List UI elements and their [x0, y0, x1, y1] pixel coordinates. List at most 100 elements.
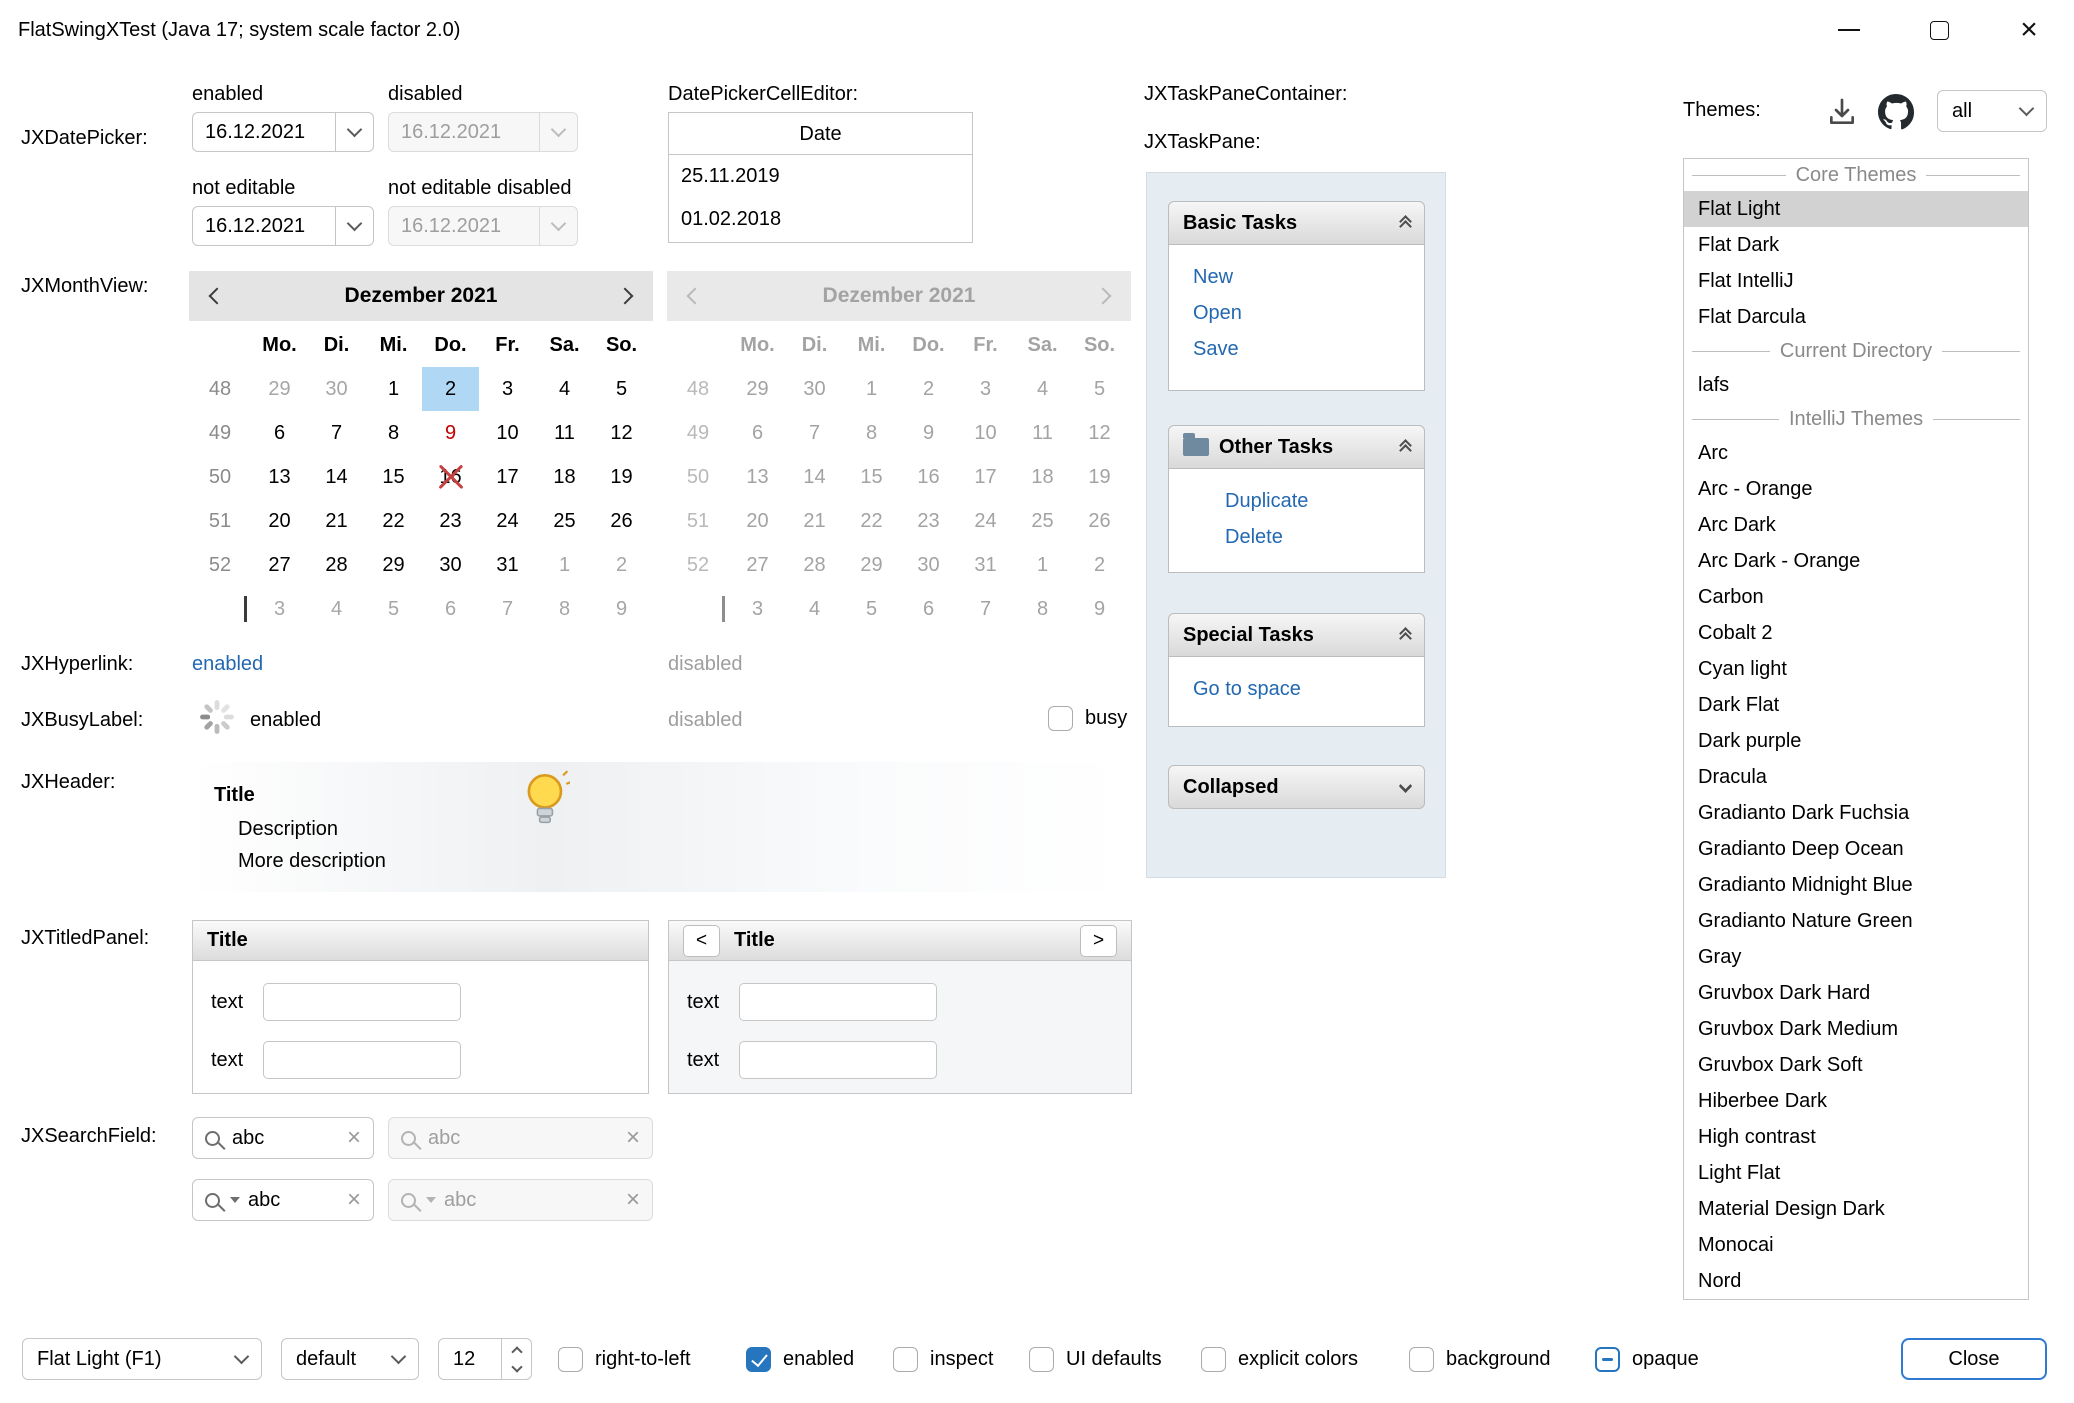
- calendar-day[interactable]: 25: [536, 499, 593, 543]
- maximize-button[interactable]: [1894, 0, 1984, 60]
- minimize-button[interactable]: [1804, 0, 1894, 60]
- theme-list-item[interactable]: Gruvbox Dark Soft: [1684, 1047, 2028, 1083]
- calendar-day[interactable]: 9: [422, 411, 479, 455]
- checkbox-inspect[interactable]: inspect: [893, 1338, 993, 1380]
- spinner-down-button[interactable]: [502, 1359, 531, 1379]
- checkbox-busy[interactable]: busy: [1048, 700, 1127, 736]
- theme-list-item[interactable]: Cyan light: [1684, 651, 2028, 687]
- calendar-day[interactable]: 11: [536, 411, 593, 455]
- calendar-day[interactable]: 26: [593, 499, 650, 543]
- collapse-chevron-icon[interactable]: [1401, 627, 1410, 643]
- theme-list-item[interactable]: Gradianto Deep Ocean: [1684, 831, 2028, 867]
- calendar-day[interactable]: 2: [593, 543, 650, 587]
- datepicker-dropdown-button[interactable]: [335, 207, 373, 245]
- text-input[interactable]: [263, 1041, 461, 1079]
- taskpane-link-go-to-space[interactable]: Go to space: [1169, 671, 1424, 707]
- theme-list-item[interactable]: Material Design Dark: [1684, 1191, 2028, 1227]
- clear-icon[interactable]: ×: [347, 1188, 361, 1212]
- theme-list-item[interactable]: Flat IntelliJ: [1684, 263, 2028, 299]
- text-input[interactable]: [263, 983, 461, 1021]
- theme-list-item[interactable]: Arc: [1684, 435, 2028, 471]
- calendar-day[interactable]: 17: [479, 455, 536, 499]
- calendar-day[interactable]: 3: [251, 587, 308, 631]
- clear-icon[interactable]: ×: [347, 1126, 361, 1150]
- checkbox-background[interactable]: background: [1409, 1338, 1551, 1380]
- calendar-day[interactable]: 7: [479, 587, 536, 631]
- theme-list-item[interactable]: High contrast: [1684, 1119, 2028, 1155]
- github-icon[interactable]: [1878, 94, 1914, 130]
- checkbox-box[interactable]: [1201, 1347, 1226, 1372]
- calendar-day[interactable]: 7: [308, 411, 365, 455]
- calendar-day[interactable]: 24: [479, 499, 536, 543]
- theme-list-item[interactable]: Monocai: [1684, 1227, 2028, 1263]
- calendar-day[interactable]: 6: [251, 411, 308, 455]
- calendar-day[interactable]: 9: [593, 587, 650, 631]
- checkbox-opaque[interactable]: opaque: [1595, 1338, 1699, 1380]
- calendar-day[interactable]: 22: [365, 499, 422, 543]
- theme-list-item[interactable]: Nord: [1684, 1263, 2028, 1299]
- calendar-day[interactable]: 20: [251, 499, 308, 543]
- hyperlink-enabled[interactable]: enabled: [192, 648, 263, 680]
- theme-list-item[interactable]: Carbon: [1684, 579, 2028, 615]
- titled-panel-left-button[interactable]: <: [683, 925, 720, 957]
- taskpane-titlebar[interactable]: Collapsed: [1168, 765, 1425, 809]
- checkbox-box[interactable]: [893, 1347, 918, 1372]
- theme-list-item[interactable]: Light Flat: [1684, 1155, 2028, 1191]
- search-menu-arrow-icon[interactable]: [230, 1197, 240, 1203]
- spinner-value[interactable]: 12: [439, 1339, 501, 1379]
- calendar-day[interactable]: 8: [536, 587, 593, 631]
- collapse-chevron-icon[interactable]: [1401, 215, 1410, 231]
- calendar-day[interactable]: 12: [593, 411, 650, 455]
- calendar-day[interactable]: 29: [365, 543, 422, 587]
- theme-list-item[interactable]: Arc Dark: [1684, 507, 2028, 543]
- collapse-chevron-icon[interactable]: [1401, 439, 1410, 455]
- calendar-day[interactable]: 2: [422, 367, 479, 411]
- table-row[interactable]: 01.02.2018: [669, 198, 972, 241]
- taskpane-titlebar[interactable]: Other Tasks: [1168, 425, 1425, 469]
- theme-list-item[interactable]: Dark purple: [1684, 723, 2028, 759]
- close-button[interactable]: Close: [1901, 1338, 2047, 1380]
- calendar-day[interactable]: 28: [308, 543, 365, 587]
- taskpane-link-delete[interactable]: Delete: [1169, 519, 1424, 555]
- checkbox-box[interactable]: [1029, 1347, 1054, 1372]
- checkbox-explicit-colors[interactable]: explicit colors: [1201, 1338, 1358, 1380]
- theme-list-item[interactable]: Cobalt 2: [1684, 615, 2028, 651]
- close-window-button[interactable]: ×: [1984, 0, 2074, 60]
- download-icon[interactable]: [1826, 96, 1858, 128]
- checkbox-box[interactable]: [1595, 1347, 1620, 1372]
- calendar-day[interactable]: 21: [308, 499, 365, 543]
- calendar-day[interactable]: 19: [593, 455, 650, 499]
- checkbox-ui-defaults[interactable]: UI defaults: [1029, 1338, 1162, 1380]
- checkbox-box[interactable]: [558, 1347, 583, 1372]
- taskpane-link-save[interactable]: Save: [1169, 331, 1424, 367]
- calendar-day[interactable]: 6: [422, 587, 479, 631]
- laf-combobox[interactable]: Flat Light (F1): [22, 1338, 262, 1380]
- font-size-spinner[interactable]: 12: [438, 1338, 532, 1380]
- theme-list-item[interactable]: Gray: [1684, 939, 2028, 975]
- theme-list-item[interactable]: Dracula: [1684, 759, 2028, 795]
- next-month-icon[interactable]: [617, 288, 634, 305]
- theme-list-item[interactable]: Arc Dark - Orange: [1684, 543, 2028, 579]
- datepicker-not-editable[interactable]: 16.12.2021: [192, 206, 374, 246]
- expand-chevron-icon[interactable]: [1401, 783, 1410, 791]
- calendar-day[interactable]: 4: [308, 587, 365, 631]
- calendar-day[interactable]: 1: [365, 367, 422, 411]
- text-input[interactable]: [739, 1041, 937, 1079]
- font-combobox[interactable]: default: [281, 1338, 419, 1380]
- themes-filter-combobox[interactable]: all: [1937, 90, 2047, 132]
- theme-list-item[interactable]: lafs: [1684, 367, 2028, 403]
- calendar-day[interactable]: 13: [251, 455, 308, 499]
- calendar-day[interactable]: 29: [251, 367, 308, 411]
- checkbox-right-to-left[interactable]: right-to-left: [558, 1338, 691, 1380]
- taskpane-titlebar[interactable]: Special Tasks: [1168, 613, 1425, 657]
- taskpane-titlebar[interactable]: Basic Tasks: [1168, 201, 1425, 245]
- spinner-up-button[interactable]: [502, 1339, 531, 1359]
- calendar-day[interactable]: 1: [536, 543, 593, 587]
- search-input[interactable]: [232, 1127, 339, 1150]
- theme-list-item[interactable]: Gradianto Midnight Blue: [1684, 867, 2028, 903]
- table-column-header[interactable]: Date: [669, 113, 972, 155]
- datepicker-value[interactable]: 16.12.2021: [193, 215, 335, 238]
- calendar-day[interactable]: 3: [479, 367, 536, 411]
- theme-list-item[interactable]: Gruvbox Dark Hard: [1684, 975, 2028, 1011]
- calendar-day[interactable]: 16: [422, 455, 479, 499]
